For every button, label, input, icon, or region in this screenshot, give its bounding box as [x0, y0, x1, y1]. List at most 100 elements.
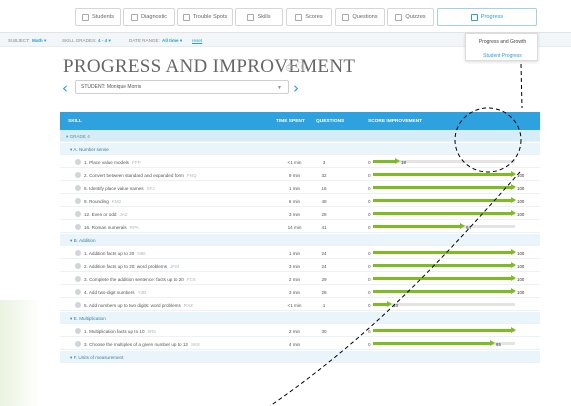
score-track — [373, 262, 516, 268]
reset-link[interactable]: reset — [192, 38, 202, 43]
skill-name: 3. Choose the multiples of a given numbe… — [84, 341, 188, 347]
decorative-background — [0, 300, 40, 406]
table-row[interactable]: 3. Complete the addition sentence: facts… — [60, 273, 540, 285]
section-row[interactable]: ▾ E. Multiplication — [60, 312, 540, 324]
menu-item-student-progress[interactable]: Student Progress — [466, 53, 539, 59]
questions-cell: 28 — [321, 289, 327, 295]
skill-name: 3. Complete the addition sentence: facts… — [84, 276, 184, 282]
scores-icon — [295, 13, 303, 21]
time-spent-cell: 6 min — [288, 198, 301, 204]
section-row[interactable]: ▾ A. Number sense — [60, 143, 540, 155]
skill-name-cell[interactable]: 9. Rounding KM2 — [84, 199, 121, 204]
table-row[interactable]: 12. Even or odd JAZ 3 min 28 0 100 — [60, 208, 540, 220]
student-select[interactable]: STUDENT: Monique Morris ▼ — [75, 80, 289, 94]
nav-questions[interactable]: Questions — [335, 8, 385, 26]
print-icon[interactable]: ⎙ — [286, 62, 293, 72]
questions-icon — [342, 13, 350, 21]
skill-name-cell[interactable]: 3. Choose the multiples of a given numbe… — [84, 342, 200, 347]
skill-grades-select[interactable]: 4 - 4 ▾ — [98, 38, 111, 44]
header-score-improvement[interactable]: SCORE IMPROVEMENT — [368, 119, 422, 124]
score-start: 0 — [368, 224, 371, 230]
header-time-spent[interactable]: TIME SPENT — [276, 119, 305, 124]
previous-student-arrow-icon[interactable]: ‹ — [62, 79, 68, 97]
table-row[interactable]: 4. Add two-digit numbers Y4B 3 min 28 0 100 — [60, 286, 540, 298]
skill-name-cell[interactable]: 2. Convert between standard and expanded… — [84, 173, 197, 178]
score-track — [373, 171, 516, 177]
table-row[interactable]: 6. Identify place value names SFJ 1 min 16 0… — [60, 182, 540, 194]
skill-name-cell[interactable]: 4. Add two-digit numbers Y4B — [84, 290, 146, 295]
time-spent-cell: 2 min — [288, 276, 301, 282]
table-row[interactable]: 1. Multiplication facts up to 10 9R5 2 min… — [60, 325, 540, 337]
skill-name-cell[interactable]: 2. Addition facts up to 20: word problem… — [84, 264, 179, 269]
score-value: 100 — [517, 263, 525, 269]
next-student-arrow-icon[interactable]: › — [293, 79, 299, 97]
score-track — [373, 249, 516, 255]
table-row[interactable]: 9. Rounding KM2 6 min 48 0 100 — [60, 195, 540, 207]
skill-status-icon — [75, 159, 81, 165]
chevron-down-icon: ▼ — [277, 85, 282, 91]
section-row[interactable]: ▾ F. Units of measurement — [60, 351, 540, 363]
table-row[interactable]: 3. Choose the multiples of a given numbe… — [60, 338, 540, 350]
nav-scores[interactable]: Scores — [286, 8, 332, 26]
table-row[interactable]: 1. Addition facts up to 20 N86 1 min 24 0 100 — [60, 247, 540, 259]
skill-name-cell[interactable]: 5. Add numbers up to two digits: word pr… — [84, 303, 193, 308]
score-value: 18 — [401, 159, 406, 165]
skill-status-icon — [75, 185, 81, 191]
nav-quizzes[interactable]: Quizzes — [387, 8, 434, 26]
time-spent-cell: 3 min — [288, 289, 301, 295]
skill-code: RXZ — [183, 302, 193, 308]
score-arrow-icon — [511, 288, 516, 294]
skill-name-cell[interactable]: 1. Multiplication facts up to 10 9R5 — [84, 329, 156, 334]
score-value: 100 — [517, 211, 525, 217]
skill-name-cell[interactable]: 16. Roman numerals RPA — [84, 225, 139, 230]
table-row[interactable]: 5. Add numbers up to two digits: word pr… — [60, 299, 540, 311]
score-value: 100 — [517, 289, 525, 295]
subject-select[interactable]: Math ▾ — [32, 38, 46, 44]
table-row[interactable]: 2. Addition facts up to 20: word problem… — [60, 260, 540, 272]
nav-trouble-spots[interactable]: Trouble Spots — [177, 8, 233, 26]
nav-students[interactable]: Students — [75, 8, 121, 26]
section-row[interactable]: ▾ B. Addition — [60, 234, 540, 246]
score-track — [373, 327, 516, 333]
nav-progress[interactable]: Progress — [437, 8, 537, 26]
table-row[interactable]: 16. Roman numerals RPA 14 min 41 0 64 — [60, 221, 540, 233]
score-arrow-icon — [511, 275, 516, 281]
skill-name-cell[interactable]: 1. Addition facts up to 20 N86 — [84, 251, 146, 256]
students-icon — [81, 13, 89, 21]
nav-skills[interactable]: Skills — [235, 8, 283, 26]
score-arrow-icon — [511, 184, 516, 190]
score-value: 100 — [517, 198, 525, 204]
skill-name-cell[interactable]: 3. Complete the addition sentence: facts… — [84, 277, 196, 282]
skill-name-cell[interactable]: 6. Identify place value names SFJ — [84, 186, 155, 191]
questions-cell: 48 — [321, 198, 327, 204]
score-bar — [373, 225, 460, 228]
nav-diagnostic[interactable]: Diagnostic — [123, 8, 175, 26]
skill-status-icon — [75, 276, 81, 282]
grade-row[interactable]: ▾ GRADE 4 — [60, 130, 540, 142]
table-row[interactable]: 1. Place value models FFP <1 min 3 0 18 — [60, 156, 540, 168]
header-skill[interactable]: SKILL — [68, 119, 82, 124]
skills-icon — [247, 13, 255, 21]
questions-cell: 1 — [322, 302, 326, 308]
help-icon[interactable]: ⓘ — [297, 62, 306, 72]
questions-cell: 24 — [321, 250, 327, 256]
header-questions[interactable]: QUESTIONS — [316, 119, 344, 124]
skill-grades-label: SKILL GRADES: — [62, 37, 97, 43]
skill-code: SK8 — [190, 341, 200, 347]
score-bar — [373, 264, 511, 267]
grade-label: ▾ GRADE 4 — [66, 133, 90, 139]
nav-label: Scores — [305, 14, 323, 20]
table-row[interactable]: 2. Convert between standard and expanded… — [60, 169, 540, 181]
score-bar — [373, 212, 511, 215]
skill-code: JAZ — [119, 211, 128, 217]
time-spent-cell: 2 min — [288, 328, 301, 334]
date-range-select[interactable]: All time ▾ — [162, 38, 182, 44]
skill-status-icon — [75, 172, 81, 178]
top-nav: Students Diagnostic Trouble Spots Skills Sco… — [0, 0, 571, 33]
menu-item-progress-and-growth[interactable]: Progress and Growth — [466, 39, 539, 45]
skill-name: 2. Addition facts up to 20: word problem… — [84, 263, 167, 269]
nav-label: Questions — [352, 14, 378, 20]
skill-name-cell[interactable]: 12. Even or odd JAZ — [84, 212, 128, 217]
nav-label: Trouble Spots — [192, 14, 228, 20]
skill-name-cell[interactable]: 1. Place value models FFP — [84, 160, 141, 165]
